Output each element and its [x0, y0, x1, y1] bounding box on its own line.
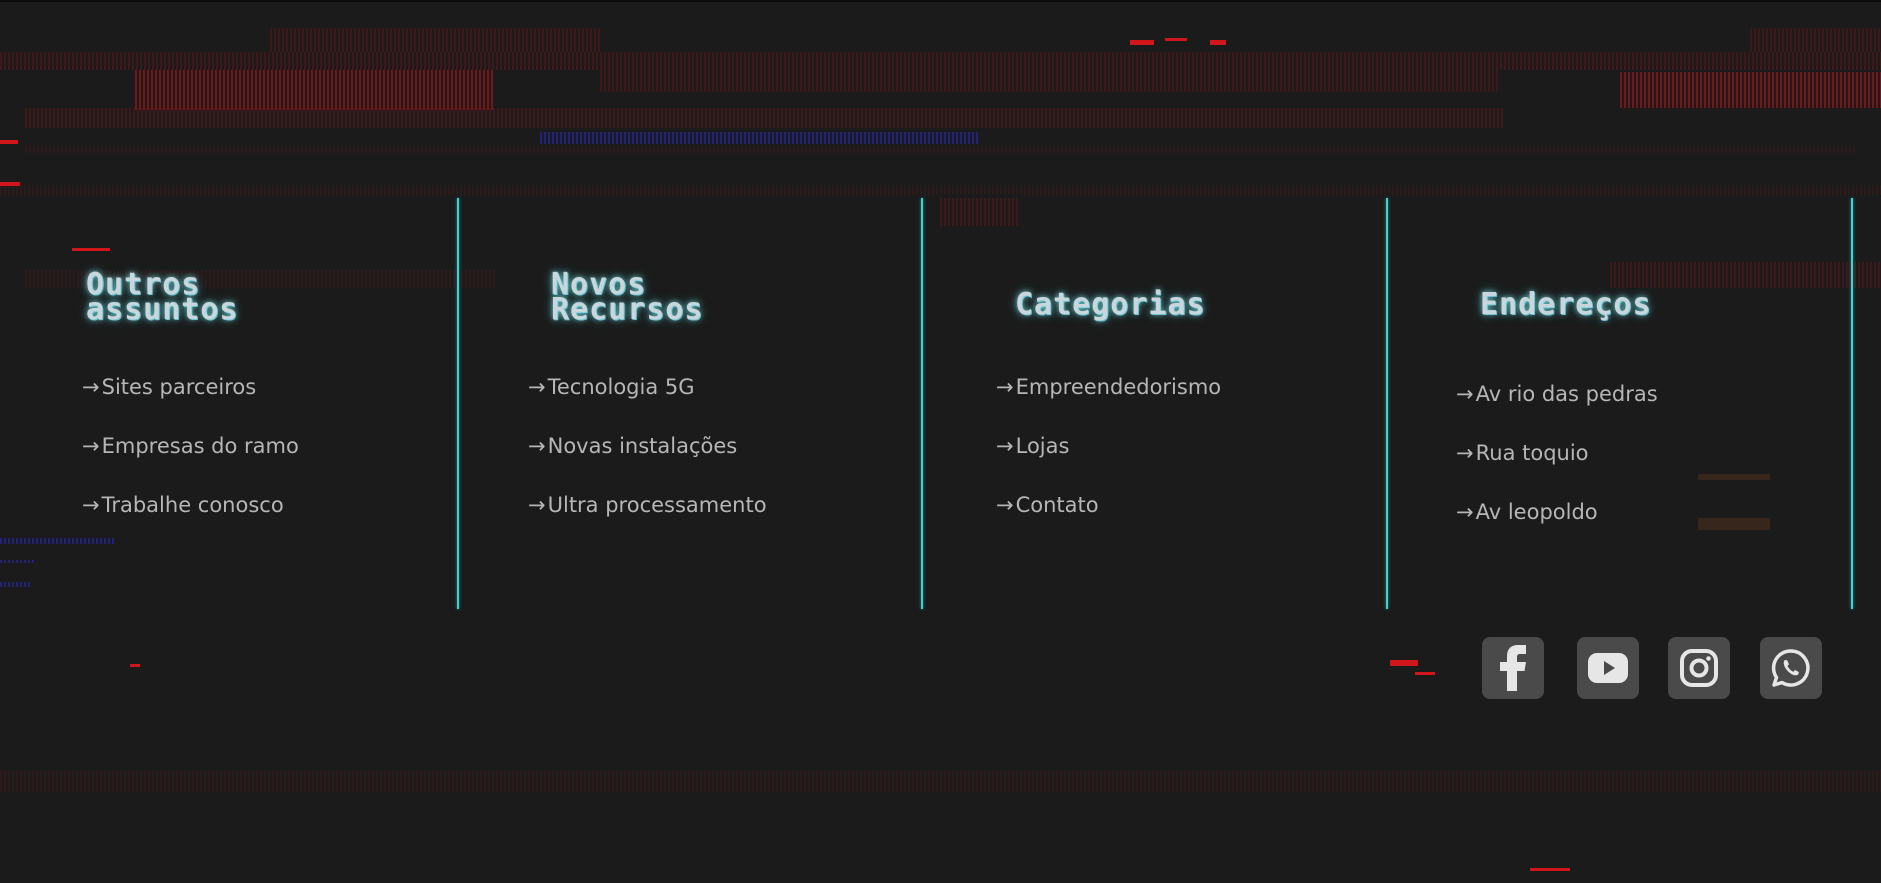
list-item: →Ultra processamento — [528, 493, 767, 552]
link-label: Lojas — [1015, 434, 1070, 458]
list-item: →Tecnologia 5G — [528, 375, 767, 434]
link-av-rio-das-pedras[interactable]: →Av rio das pedras — [1456, 382, 1658, 406]
link-ultra-processamento[interactable]: →Ultra processamento — [528, 493, 767, 517]
link-contato[interactable]: →Contato — [996, 493, 1099, 517]
top-border — [0, 0, 1881, 2]
column-heading: Endereços — [1480, 287, 1652, 322]
column-divider — [457, 198, 459, 609]
link-sites-parceiros[interactable]: →Sites parceiros — [82, 375, 256, 399]
list-item: →Av rio das pedras — [1456, 382, 1658, 441]
list-item: →Empresas do ramo — [82, 434, 299, 493]
arrow-icon: → — [82, 375, 100, 399]
link-list: →Av rio das pedras →Rua toquio →Av leopo… — [1456, 382, 1658, 559]
link-label: Novas instalações — [547, 434, 738, 458]
link-av-leopoldo[interactable]: →Av leopoldo — [1456, 500, 1598, 524]
link-label: Trabalhe conosco — [101, 493, 284, 517]
list-item: →Contato — [996, 493, 1221, 552]
arrow-icon: → — [528, 493, 546, 517]
arrow-icon: → — [1456, 441, 1474, 465]
column-divider — [921, 198, 923, 609]
link-rua-toquio[interactable]: →Rua toquio — [1456, 441, 1589, 465]
link-label: Contato — [1015, 493, 1099, 517]
column-divider — [1386, 198, 1388, 609]
arrow-icon: → — [996, 434, 1014, 458]
column-heading: Categorias — [1015, 287, 1206, 322]
column-heading: Novos Recursos — [551, 267, 704, 327]
instagram-icon — [1680, 649, 1718, 687]
link-label: Ultra processamento — [547, 493, 767, 517]
list-item: →Sites parceiros — [82, 375, 299, 434]
arrow-icon: → — [82, 434, 100, 458]
link-label: Av rio das pedras — [1475, 382, 1658, 406]
link-label: Av leopoldo — [1475, 500, 1598, 524]
link-novas-instalacoes[interactable]: →Novas instalações — [528, 434, 737, 458]
column-heading: Outros assuntos — [86, 267, 239, 327]
arrow-icon: → — [1456, 500, 1474, 524]
arrow-icon: → — [82, 493, 100, 517]
arrow-icon: → — [1456, 382, 1474, 406]
link-trabalhe-conosco[interactable]: →Trabalhe conosco — [82, 493, 284, 517]
link-lojas[interactable]: →Lojas — [996, 434, 1069, 458]
arrow-icon: → — [996, 493, 1014, 517]
link-label: Empresas do ramo — [101, 434, 299, 458]
link-tecnologia-5g[interactable]: →Tecnologia 5G — [528, 375, 695, 399]
arrow-icon: → — [528, 434, 546, 458]
whatsapp-icon — [1771, 649, 1810, 687]
list-item: →Lojas — [996, 434, 1221, 493]
link-label: Rua toquio — [1475, 441, 1589, 465]
youtube-button[interactable] — [1577, 637, 1639, 699]
link-list: →Empreendedorismo →Lojas →Contato — [996, 375, 1221, 552]
arrow-icon: → — [996, 375, 1014, 399]
link-list: →Tecnologia 5G →Novas instalações →Ultra… — [528, 375, 767, 552]
list-item: →Trabalhe conosco — [82, 493, 299, 552]
arrow-icon: → — [528, 375, 546, 399]
facebook-icon — [1500, 645, 1526, 691]
facebook-button[interactable] — [1482, 637, 1544, 699]
list-item: →Novas instalações — [528, 434, 767, 493]
list-item: →Av leopoldo — [1456, 500, 1658, 559]
link-list: →Sites parceiros →Empresas do ramo →Trab… — [82, 375, 299, 552]
whatsapp-button[interactable] — [1760, 637, 1822, 699]
link-empreendedorismo[interactable]: →Empreendedorismo — [996, 375, 1221, 399]
link-label: Sites parceiros — [101, 375, 257, 399]
list-item: →Rua toquio — [1456, 441, 1658, 500]
list-item: →Empreendedorismo — [996, 375, 1221, 434]
column-divider — [1851, 198, 1853, 609]
link-label: Tecnologia 5G — [547, 375, 695, 399]
instagram-button[interactable] — [1668, 637, 1730, 699]
link-empresas-do-ramo[interactable]: →Empresas do ramo — [82, 434, 299, 458]
link-label: Empreendedorismo — [1015, 375, 1222, 399]
youtube-icon — [1588, 653, 1628, 683]
